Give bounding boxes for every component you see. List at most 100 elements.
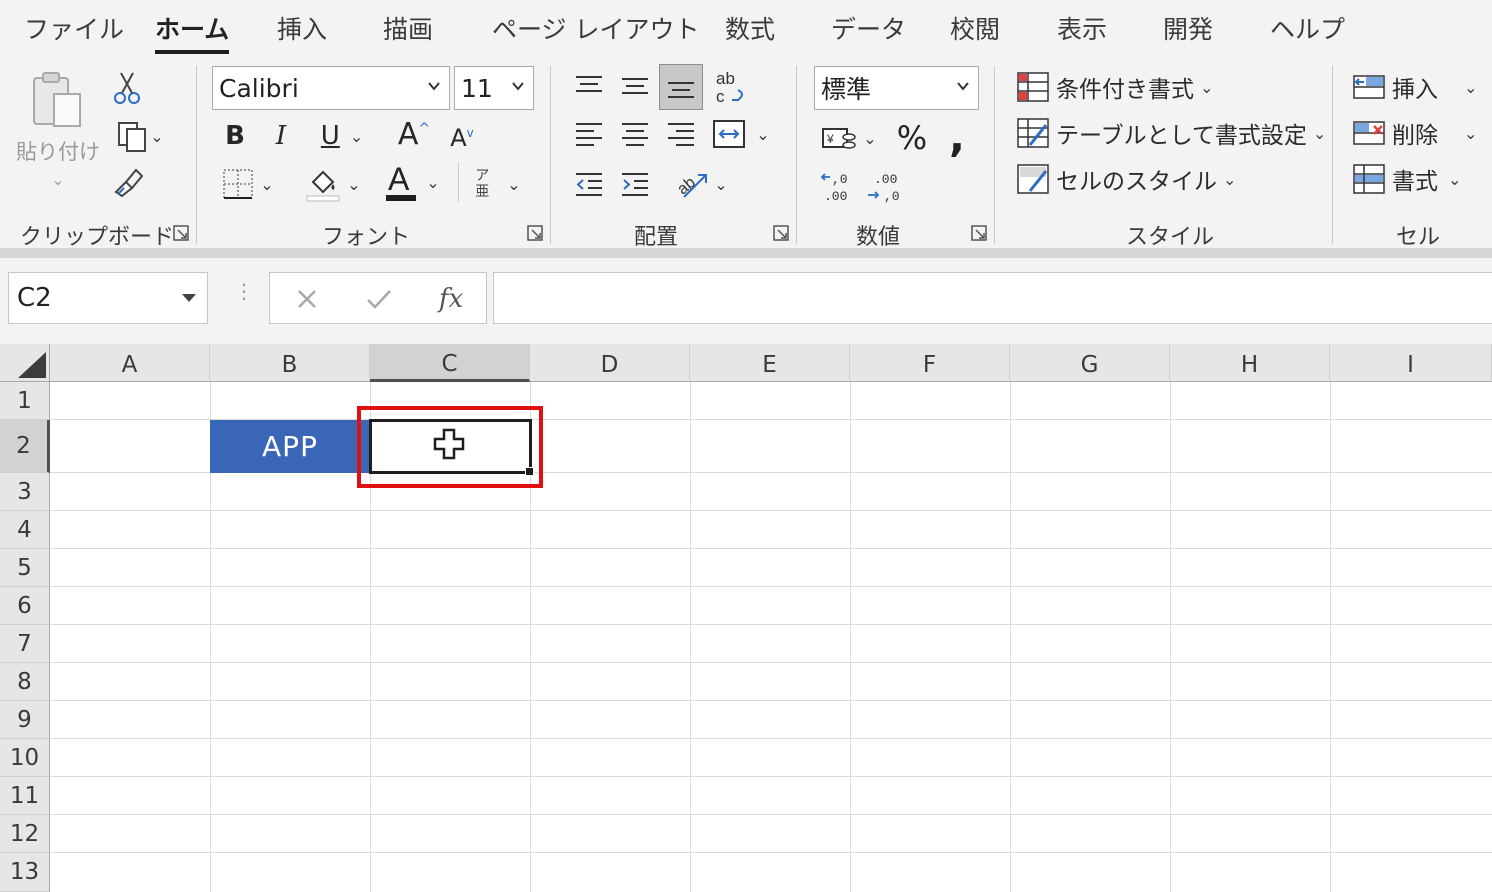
- tab-help[interactable]: ヘルプ: [1270, 10, 1345, 46]
- format-as-table-dropdown-icon: ⌄: [1312, 123, 1327, 143]
- group-separator: [1332, 66, 1333, 244]
- comma-style-button[interactable]: ,: [942, 112, 972, 161]
- cell-styles-icon: [1017, 164, 1049, 194]
- column-header-h[interactable]: H: [1170, 344, 1330, 382]
- decrease-indent-button[interactable]: [572, 164, 606, 204]
- borders-button[interactable]: ⌄: [216, 162, 280, 206]
- accounting-dropdown-icon: ⌄: [863, 128, 877, 148]
- tab-view[interactable]: 表示: [1057, 10, 1107, 46]
- increase-decimal-button[interactable]: ,0 .00: [816, 164, 856, 208]
- conditional-formatting-button[interactable]: 条件付き書式 ⌄: [1016, 66, 1213, 108]
- row-header-1[interactable]: 1: [0, 382, 50, 420]
- row-header-6[interactable]: 6: [0, 587, 50, 625]
- percent-style-button[interactable]: %: [892, 116, 932, 160]
- tab-draw[interactable]: 描画: [383, 10, 433, 46]
- format-cells-icon: [1353, 164, 1385, 194]
- tab-home[interactable]: ホーム: [155, 10, 230, 54]
- bold-button[interactable]: B: [220, 116, 250, 156]
- copy-button[interactable]: ⌄: [108, 116, 172, 156]
- paste-label: 貼り付け: [16, 140, 100, 164]
- phonetic-guide-button[interactable]: ア 亜 ⌄: [466, 162, 530, 206]
- insert-cells-button[interactable]: 挿入 ⌄: [1352, 66, 1477, 108]
- column-header-b[interactable]: B: [210, 344, 370, 382]
- insert-function-button[interactable]: fx: [430, 281, 472, 317]
- delete-cells-button[interactable]: 削除 ⌄: [1352, 112, 1477, 154]
- tab-insert[interactable]: 挿入: [277, 10, 327, 46]
- paste-button[interactable]: 貼り付け ⌄: [14, 70, 102, 190]
- number-dialog-launcher-icon[interactable]: [970, 224, 988, 242]
- group-separator: [796, 66, 797, 244]
- orientation-dropdown-icon: ⌄: [714, 174, 728, 194]
- merge-center-button[interactable]: ⌄: [708, 114, 774, 154]
- row-header-2[interactable]: 2: [0, 420, 50, 473]
- decrease-font-button[interactable]: Av: [444, 118, 480, 158]
- increase-font-button[interactable]: A^: [394, 114, 434, 154]
- underline-button[interactable]: U ⌄: [310, 116, 374, 156]
- formula-input[interactable]: [493, 272, 1492, 324]
- cancel-entry-button[interactable]: [290, 283, 324, 315]
- align-middle-button[interactable]: [618, 66, 652, 106]
- wrap-text-button[interactable]: ab c: [712, 66, 750, 108]
- fill-color-button[interactable]: ⌄: [300, 162, 366, 206]
- column-header-c[interactable]: C: [370, 344, 530, 382]
- tab-file[interactable]: ファイル: [24, 10, 124, 46]
- row-header-8[interactable]: 8: [0, 663, 50, 701]
- column-header-e[interactable]: E: [690, 344, 850, 382]
- paste-icon: [33, 72, 81, 127]
- cell-b2[interactable]: APP: [210, 420, 370, 473]
- increase-indent-button[interactable]: [618, 164, 652, 204]
- align-top-button[interactable]: [572, 66, 606, 106]
- name-box[interactable]: C2: [8, 272, 208, 324]
- row-header-9[interactable]: 9: [0, 701, 50, 739]
- select-all-button[interactable]: [0, 344, 50, 382]
- column-header-a[interactable]: A: [50, 344, 210, 382]
- format-as-table-label: テーブルとして書式設定: [1056, 123, 1307, 149]
- row-header-10[interactable]: 10: [0, 739, 50, 777]
- column-header-i[interactable]: I: [1330, 344, 1492, 382]
- row-header-5[interactable]: 5: [0, 549, 50, 587]
- decrease-decimal-button[interactable]: .00 ,0: [862, 164, 902, 208]
- accounting-format-button[interactable]: ¥ ⌄: [816, 116, 882, 160]
- tab-review[interactable]: 校閲: [950, 10, 1000, 46]
- align-right-button[interactable]: [664, 114, 698, 154]
- cut-button[interactable]: [110, 68, 144, 108]
- align-bottom-button[interactable]: [659, 64, 703, 110]
- format-cells-button[interactable]: 書式 ⌄: [1352, 158, 1461, 200]
- font-name-combo[interactable]: Calibri: [212, 66, 450, 110]
- cell-styles-button[interactable]: セルのスタイル ⌄: [1016, 158, 1236, 200]
- row-header-4[interactable]: 4: [0, 511, 50, 549]
- align-left-button[interactable]: [572, 114, 606, 154]
- formula-bar-resize-handle[interactable]: ⋮: [234, 281, 254, 301]
- orientation-button[interactable]: ab ⌄: [670, 162, 732, 206]
- italic-button[interactable]: I: [266, 116, 296, 156]
- confirm-entry-button[interactable]: [362, 283, 396, 315]
- row-header-11[interactable]: 11: [0, 777, 50, 815]
- format-painter-button[interactable]: [108, 162, 148, 202]
- column-header-f[interactable]: F: [850, 344, 1010, 382]
- svg-text:c: c: [716, 87, 725, 106]
- alignment-dialog-launcher-icon[interactable]: [772, 224, 790, 242]
- tab-formulas[interactable]: 数式: [725, 10, 775, 46]
- row-header-3[interactable]: 3: [0, 473, 50, 511]
- row-header-13[interactable]: 13: [0, 853, 50, 892]
- chevron-down-icon: [182, 294, 196, 302]
- font-color-button[interactable]: A ⌄: [380, 158, 444, 206]
- tab-data[interactable]: データ: [831, 10, 906, 46]
- tab-developer[interactable]: 開発: [1163, 10, 1213, 46]
- phonetic-top: ア: [475, 168, 490, 184]
- number-format-combo[interactable]: 標準: [814, 66, 979, 110]
- font-size-combo[interactable]: 11: [454, 66, 534, 110]
- align-center-button[interactable]: [618, 114, 652, 154]
- row-header-12[interactable]: 12: [0, 815, 50, 853]
- column-header-g[interactable]: G: [1010, 344, 1170, 382]
- underline-icon: U: [320, 121, 340, 151]
- row-header-7[interactable]: 7: [0, 625, 50, 663]
- ribbon: 貼り付け ⌄ ⌄ クリップボード Calibri 11 B I U ⌄ A^ A…: [0, 58, 1492, 250]
- format-as-table-button[interactable]: テーブルとして書式設定 ⌄: [1016, 112, 1326, 154]
- spreadsheet-grid[interactable]: A B C D E F G H I 1 2 3 4 5 6 7 8 9 10 1…: [0, 344, 1492, 892]
- font-dialog-launcher-icon[interactable]: [526, 224, 544, 242]
- ribbon-tabs: ファイル ホーム 挿入 描画 ページ レイアウト 数式 データ 校閲 表示 開発…: [0, 0, 1492, 58]
- clipboard-dialog-launcher-icon[interactable]: [172, 224, 190, 242]
- column-header-d[interactable]: D: [530, 344, 690, 382]
- tab-page-layout[interactable]: ページ レイアウト: [492, 10, 699, 46]
